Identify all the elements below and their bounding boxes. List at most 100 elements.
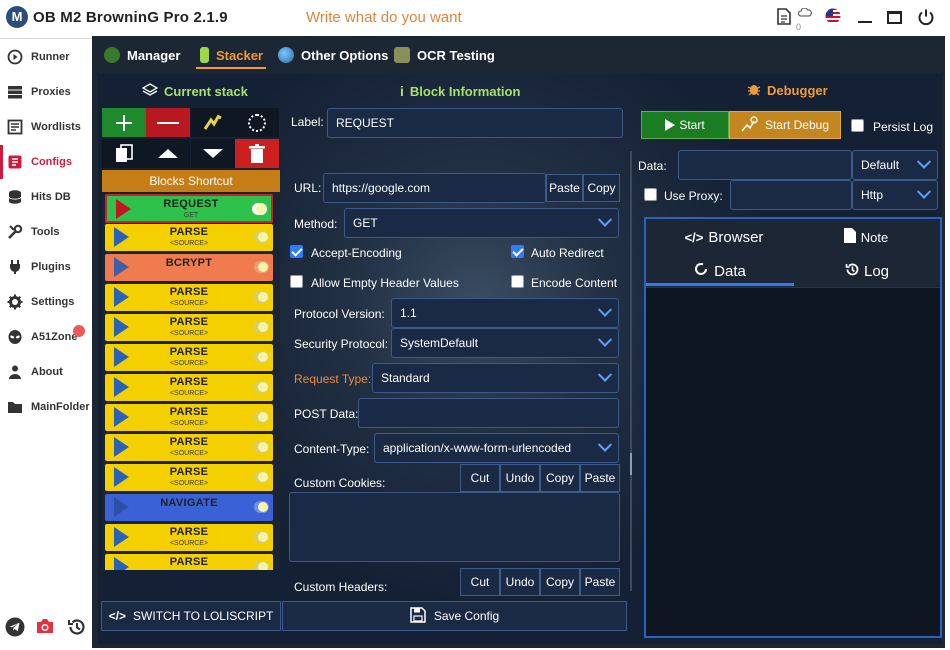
data-input[interactable] [678,150,852,180]
disable-block-button[interactable] [191,108,235,137]
block-toggle[interactable] [252,203,267,215]
app-logo-icon: M [6,6,28,28]
document-icon[interactable] [774,8,794,28]
tab-note[interactable]: Note [796,223,936,251]
move-down-button[interactable] [191,139,235,168]
blocks-shortcut-header[interactable]: Blocks Shortcut [102,170,280,192]
headers-cut-button[interactable]: Cut [460,568,500,596]
block-toggle[interactable] [254,381,269,393]
block-toggle[interactable] [254,411,269,423]
security-protocol-select[interactable]: SystemDefault [391,328,619,358]
allow-empty-header-checkbox[interactable] [290,275,303,288]
nav-item-wordlists[interactable]: Wordlists [0,110,92,144]
delete-block-button[interactable] [235,139,279,168]
stack-block[interactable]: PARSE<SOURCE> [105,284,273,311]
use-proxy-checkbox[interactable] [644,188,657,201]
cookies-undo-button[interactable]: Undo [500,464,540,492]
cloud-download-icon[interactable]: 0 [796,8,814,32]
stack-block[interactable]: PARSE<SOURCE> [105,554,273,570]
stack-block[interactable]: REQUEST GET [105,194,273,223]
method-select[interactable]: GET [344,208,619,238]
select-all-button[interactable] [235,108,279,137]
tab-manager[interactable]: Manager [104,42,180,68]
stack-block[interactable]: PARSE<SOURCE> [105,314,273,341]
encode-content-checkbox[interactable] [511,275,524,288]
tab-stacker[interactable]: Stacker [200,42,263,68]
url-paste-button[interactable]: Paste [546,174,583,202]
stack-block[interactable]: PARSE<SOURCE> [105,434,273,461]
block-toggle[interactable] [254,291,269,303]
stack-block[interactable]: PARSE<SOURCE> [105,344,273,371]
clone-block-button[interactable] [102,139,146,168]
block-toggle[interactable] [254,561,269,570]
proxy-type-select[interactable]: Http [852,180,938,210]
headers-undo-button[interactable]: Undo [500,568,540,596]
accept-encoding-checkbox[interactable] [290,245,303,258]
telegram-icon[interactable] [4,617,26,639]
add-block-button[interactable] [102,108,146,137]
nav-item-plugins[interactable]: Plugins [0,250,92,284]
stack-block[interactable]: PARSE<SOURCE> [105,224,273,251]
minimize-icon[interactable] [855,8,875,28]
tab-other-options[interactable]: Other Options [278,42,388,68]
post-data-field[interactable] [358,398,619,428]
start-button[interactable]: Start [641,111,729,139]
nav-item-mainfolder[interactable]: MainFolder [0,390,92,424]
move-up-button[interactable] [146,139,190,168]
nav-item-configs[interactable]: Configs [0,145,92,179]
tab-log[interactable]: Log [794,257,940,285]
block-name: PARSE [169,286,209,298]
stack-block[interactable]: PARSE<SOURCE> [105,374,273,401]
headers-paste-button[interactable]: Paste [580,568,620,596]
headers-copy-button[interactable]: Copy [540,568,580,596]
block-toggle[interactable] [254,441,269,453]
stack-block[interactable]: PARSE<SOURCE> [105,464,273,491]
cookies-cut-button[interactable]: Cut [460,464,500,492]
save-config-button[interactable]: Save Config [282,601,627,631]
block-toggle[interactable] [254,501,269,513]
url-copy-button[interactable]: Copy [583,174,620,202]
nav-item-runner[interactable]: Runner [0,40,92,74]
persist-log-checkbox[interactable] [851,119,864,132]
auto-redirect-checkbox[interactable] [511,245,524,258]
url-field[interactable]: https://google.com [323,173,546,203]
start-debug-button[interactable]: Start Debug [729,111,841,139]
block-toggle[interactable] [254,231,269,243]
tab-data[interactable]: Data [646,257,794,285]
cookies-paste-button[interactable]: Paste [580,464,620,492]
block-toggle[interactable] [254,321,269,333]
camera-icon[interactable] [34,617,56,639]
block-toggle[interactable] [254,471,269,483]
content-type-select[interactable]: application/x-www-form-urlencoded [374,433,619,463]
nav-item-hits-db[interactable]: Hits DB [0,180,92,214]
switch-loliscript-button[interactable]: </> SWITCH TO LOLISCRIPT [101,601,281,631]
remove-block-button[interactable] [146,108,190,137]
stack-block[interactable]: NAVIGATE [105,494,273,521]
us-flag-icon[interactable] [823,8,843,28]
block-toggle[interactable] [254,531,269,543]
label-field[interactable]: REQUEST [327,108,623,138]
block-toggle[interactable] [254,351,269,363]
center-scrollbar-track[interactable] [630,151,632,591]
nav-item-settings[interactable]: Settings [0,285,92,319]
request-type-select[interactable]: Standard [372,363,619,393]
tab-ocr-testing[interactable]: OCR Testing [394,42,495,68]
tab-browser[interactable]: </> Browser [654,223,794,251]
nav-item-tools[interactable]: Tools [0,215,92,249]
history-icon[interactable] [66,617,88,639]
power-icon[interactable] [916,8,936,28]
custom-cookies-textarea[interactable] [289,492,620,562]
stack-block[interactable]: BCRYPT [105,254,273,281]
protocol-version-select[interactable]: 1.1 [391,298,619,328]
nav-item-about[interactable]: About [0,355,92,389]
server-icon [7,84,23,100]
cookies-copy-button[interactable]: Copy [540,464,580,492]
block-toggle[interactable] [254,261,269,273]
stack-block[interactable]: PARSE<SOURCE> [105,404,273,431]
maximize-icon[interactable] [885,8,905,28]
proxy-input[interactable] [730,180,852,210]
nav-item-proxies[interactable]: Proxies [0,75,92,109]
center-scrollbar-thumb[interactable] [630,453,632,475]
stack-block[interactable]: PARSE<SOURCE> [105,524,273,551]
data-type-select[interactable]: Default [852,150,938,180]
